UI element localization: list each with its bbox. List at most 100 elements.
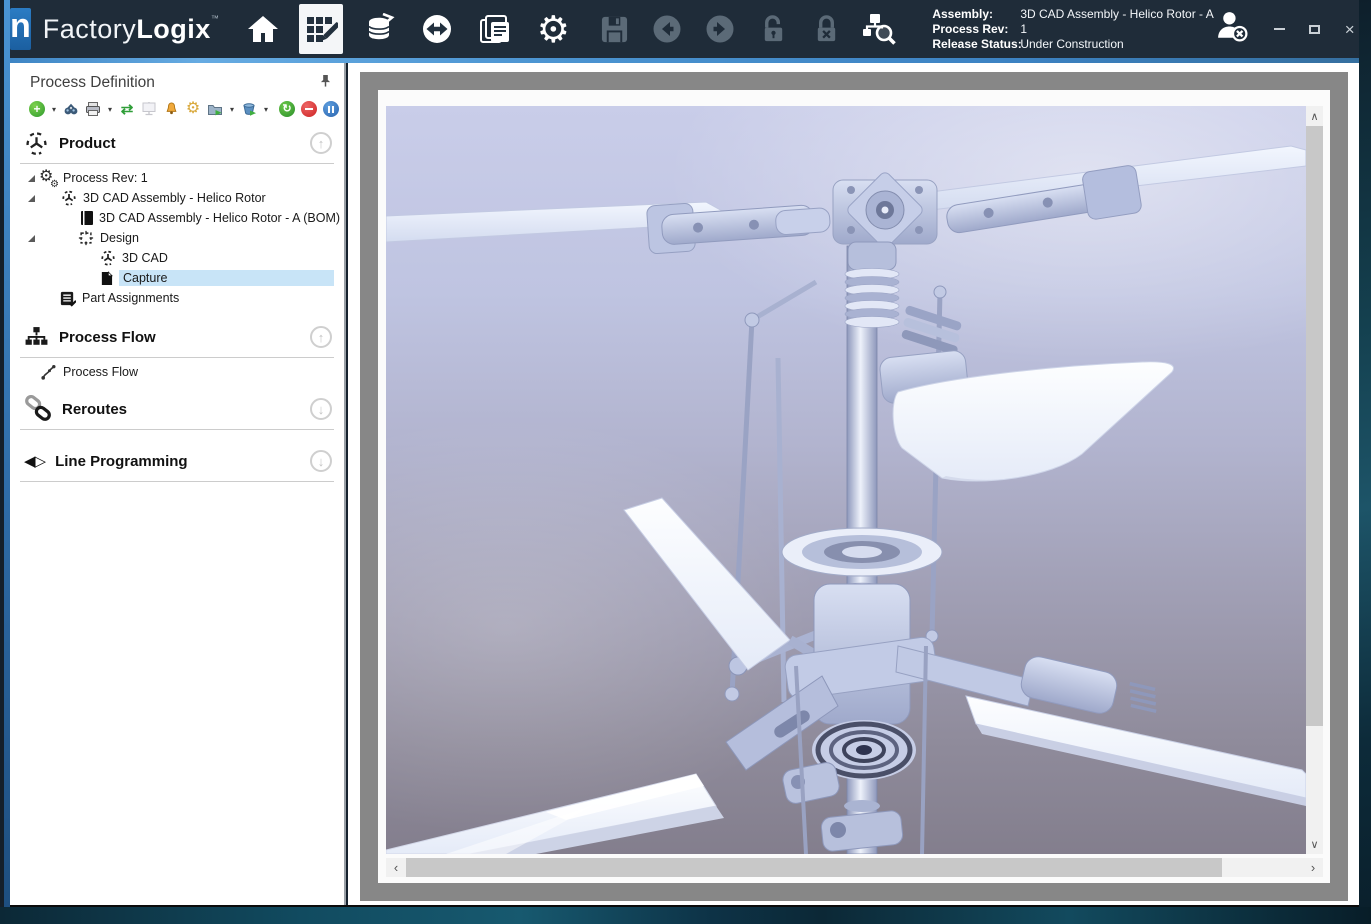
brand-text: FactoryLogix™ [43, 14, 220, 45]
pin-icon[interactable] [319, 74, 332, 93]
process-flow-icon [24, 325, 49, 350]
action-toolbar [595, 9, 898, 49]
cube3d-icon [100, 250, 116, 266]
tree-row-design[interactable]: Design [10, 228, 344, 248]
window-border-bottom [0, 907, 1371, 924]
transfer-icon[interactable] [415, 4, 459, 54]
capture-viewer: ∧ ∨ ‹ › [348, 63, 1359, 905]
unlock-icon[interactable] [754, 9, 792, 49]
release-status-value: Under Construction [1020, 37, 1123, 52]
tree-row-process-rev[interactable]: ⚙⚙ Process Rev: 1 [10, 168, 344, 188]
process-definition-panel: Process Definition + ▾ ▾ ⇄ [10, 63, 346, 905]
bom-book-icon [81, 211, 93, 225]
pause-icon[interactable] [322, 100, 340, 118]
process-definition-icon[interactable] [299, 4, 343, 54]
tree-row-part-assignments[interactable]: Part Assignments [10, 288, 344, 308]
divider [20, 163, 334, 164]
forward-icon[interactable] [701, 9, 739, 49]
expand-down-icon[interactable]: ↓ [310, 450, 332, 472]
expand-down-icon[interactable]: ↓ [310, 398, 332, 420]
tree-row-process-flow[interactable]: Process Flow [10, 360, 344, 384]
vertical-scroll-thumb[interactable] [1306, 126, 1323, 726]
tree-row-bom[interactable]: 3D CAD Assembly - Helico Rotor - A (BOM) [10, 208, 344, 228]
lock-x-icon[interactable] [807, 9, 845, 49]
window-controls: × [1269, 18, 1361, 40]
export-dropdown-caret[interactable]: ▾ [228, 105, 236, 114]
data-import-icon[interactable] [357, 4, 401, 54]
document-icon [100, 271, 113, 286]
documents-icon[interactable] [473, 4, 517, 54]
settings-gear-icon[interactable]: ⚙ [531, 4, 575, 54]
process-flow-label: Process Flow [59, 329, 156, 346]
logo-letter: n [10, 9, 31, 43]
cube3d-icon [61, 190, 77, 206]
window-border-left [0, 0, 10, 924]
options-gear-icon[interactable]: ⚙ [184, 100, 202, 118]
audit-search-icon[interactable] [860, 9, 898, 49]
process-tree: ⚙⚙ Process Rev: 1 3D CAD Assembly - Heli… [10, 168, 344, 308]
divider [20, 357, 334, 358]
collapse-up-icon[interactable]: ↑ [310, 132, 332, 154]
cad-3d-viewport[interactable] [386, 106, 1306, 854]
find-icon[interactable] [62, 100, 80, 118]
section-line-programming[interactable]: ◀▷ Line Programming ↓ [10, 444, 344, 478]
back-icon[interactable] [648, 9, 686, 49]
assembly-value: 3D CAD Assembly - Helico Rotor - A [1020, 7, 1213, 22]
panel-title: Process Definition [30, 74, 155, 92]
save-icon[interactable] [595, 9, 633, 49]
export-package-icon[interactable] [206, 100, 224, 118]
tree-row-3dcad[interactable]: 3D CAD [10, 248, 344, 268]
minimize-button[interactable] [1269, 18, 1291, 40]
divider [20, 481, 334, 482]
home-icon[interactable] [241, 4, 285, 54]
add-dropdown-caret[interactable]: ▾ [50, 105, 58, 114]
section-process-flow[interactable]: Process Flow ↑ [10, 320, 344, 354]
window-border-right [1359, 0, 1371, 924]
alarm-bell-icon[interactable] [162, 100, 180, 118]
line-programming-icon: ◀▷ [24, 452, 45, 470]
chain-link-icon [24, 395, 52, 423]
maximize-button[interactable] [1304, 18, 1326, 40]
line-programming-label: Line Programming [55, 453, 188, 470]
viewer-canvas: ∧ ∨ ‹ › [378, 90, 1330, 883]
expander-icon[interactable] [28, 235, 35, 242]
vertical-scrollbar[interactable]: ∧ ∨ [1306, 106, 1323, 854]
print-dropdown-caret[interactable]: ▾ [106, 105, 114, 114]
scroll-right-icon[interactable]: › [1303, 858, 1323, 877]
divider [20, 429, 334, 430]
expander-icon[interactable] [28, 175, 35, 182]
delete-bucket-icon[interactable] [240, 100, 258, 118]
presentation-icon[interactable] [140, 100, 158, 118]
flow-path-icon [40, 364, 57, 381]
tree-row-assembly[interactable]: 3D CAD Assembly - Helico Rotor [10, 188, 344, 208]
product-label: Product [59, 135, 116, 152]
viewer-frame: ∧ ∨ ‹ › [360, 72, 1348, 901]
delete-dropdown-caret[interactable]: ▾ [262, 105, 270, 114]
refresh-icon[interactable]: ↻ [278, 100, 296, 118]
collapse-up-icon[interactable]: ↑ [310, 326, 332, 348]
horizontal-scroll-thumb[interactable] [406, 858, 1222, 877]
scroll-down-icon[interactable]: ∨ [1306, 834, 1323, 854]
product-cube-icon [24, 131, 49, 156]
close-button[interactable]: × [1339, 18, 1361, 40]
design-icon [78, 230, 94, 246]
expander-icon[interactable] [28, 195, 35, 202]
scroll-left-icon[interactable]: ‹ [386, 858, 406, 877]
main-nav: ⚙ [241, 4, 575, 54]
horizontal-scrollbar[interactable]: ‹ › [386, 858, 1323, 877]
process-rev-value: 1 [1020, 22, 1027, 37]
stop-icon[interactable] [300, 100, 318, 118]
section-reroutes[interactable]: Reroutes ↓ [10, 392, 344, 426]
reroute-swap-icon[interactable]: ⇄ [118, 100, 136, 118]
app-logo: n [10, 8, 31, 50]
panel-toolbar: + ▾ ▾ ⇄ ⚙ [10, 93, 344, 121]
print-icon[interactable] [84, 100, 102, 118]
process-rev-label: Process Rev: [932, 22, 1020, 37]
user-logout-icon[interactable] [1214, 9, 1251, 49]
section-product[interactable]: Product ↑ [10, 126, 344, 160]
factorylogix-window: n FactoryLogix™ [0, 0, 1371, 924]
scroll-up-icon[interactable]: ∧ [1306, 106, 1323, 126]
assembly-label: Assembly: [932, 7, 1020, 22]
add-icon[interactable]: + [28, 100, 46, 118]
tree-row-capture[interactable]: Capture [10, 268, 344, 288]
